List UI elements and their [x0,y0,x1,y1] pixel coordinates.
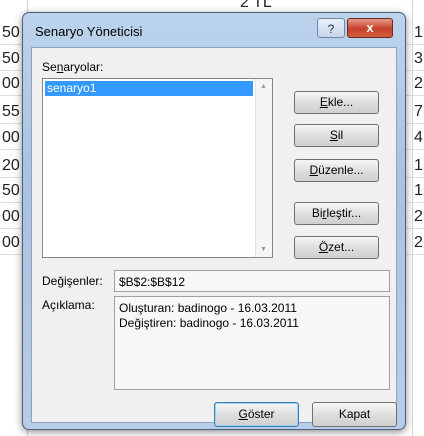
title-bar[interactable]: Senaryo Yöneticisi ? x [23,13,405,47]
edit-button[interactable]: Düzenle... [294,159,379,182]
comment-field: Oluşturan: badinogo - 16.03.2011 Değişti… [114,296,390,390]
dialog-body: Senaryolar: senaryo1 ▲ ▼ Ekle... Sil Düz… [31,47,397,427]
cell[interactable]: 1 [414,22,424,43]
cell[interactable]: 2 TL [240,0,272,12]
changing-cells-field: $B$2:$B$12 [114,270,390,292]
changing-cells-label: Değişenler: [42,274,103,288]
cell[interactable]: 1 [414,180,424,201]
dialog-title: Senaryo Yöneticisi [35,24,143,39]
scenario-manager-dialog: Senaryo Yöneticisi ? x Senaryolar: senar… [22,12,406,430]
merge-button[interactable]: Birleştir... [294,202,379,225]
comment-label: Açıklama: [42,298,95,312]
delete-button[interactable]: Sil [294,124,379,147]
cell[interactable]: 7 [414,101,424,122]
comment-line: Değiştiren: badinogo - 16.03.2011 [119,316,299,330]
show-button[interactable]: Göster [214,402,299,427]
column-divider [412,0,413,436]
changing-cells-value: $B$2:$B$12 [119,275,186,289]
summary-button[interactable]: Özet... [294,236,379,259]
scroll-up-icon[interactable]: ▲ [260,83,267,90]
scenarios-label: Senaryolar: [42,60,104,74]
scrollbar[interactable]: ▲ ▼ [255,79,272,257]
cell[interactable]: 2 [414,73,424,94]
help-button[interactable]: ? [317,18,345,38]
close-window-button[interactable]: x [347,18,393,38]
list-item[interactable]: senaryo1 [45,81,253,96]
add-button[interactable]: Ekle... [294,91,379,114]
scenarios-listbox[interactable]: senaryo1 ▲ ▼ [42,78,273,258]
cell[interactable]: 2 [414,232,424,253]
cell[interactable]: 1 [414,155,424,176]
close-icon: x [366,20,374,35]
scroll-down-icon[interactable]: ▼ [260,246,267,253]
close-button[interactable]: Kapat [312,402,397,427]
cell[interactable]: 4 [414,127,424,148]
comment-line: Oluşturan: badinogo - 16.03.2011 [119,301,297,315]
help-icon: ? [327,22,335,36]
cell[interactable]: 3 [414,48,424,69]
cell[interactable]: 2 [414,206,424,227]
